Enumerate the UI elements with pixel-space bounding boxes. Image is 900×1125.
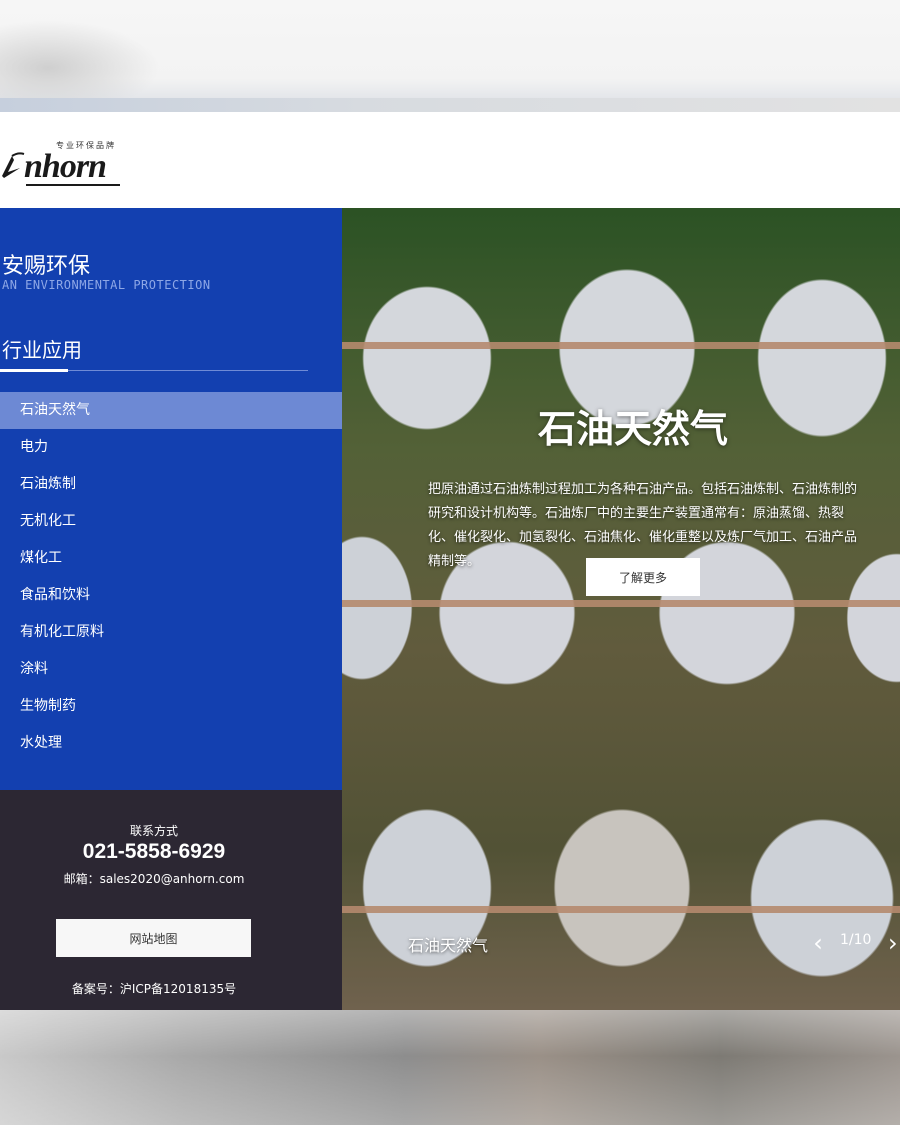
icp-record[interactable]: 备案号：沪ICP备12018135号	[0, 980, 308, 997]
menu-item-oil-gas[interactable]: 石油天然气	[0, 392, 342, 429]
pipe-decoration	[342, 906, 900, 913]
menu-item-water-treatment[interactable]: 水处理	[0, 725, 342, 762]
chevron-left-icon[interactable]: ‹	[810, 928, 826, 958]
chevron-right-icon[interactable]: ›	[888, 928, 900, 958]
menu-item-coal-chemical[interactable]: 煤化工	[0, 540, 342, 577]
logo-wordmark: nhorn	[24, 148, 107, 185]
section-title: 行业应用	[2, 338, 82, 362]
site-logo[interactable]: 专业环保品牌 nhorn	[0, 140, 160, 196]
contact-panel: 联系方式 021-5858-6929 邮箱：sales2020@anhorn.c…	[0, 790, 342, 1010]
blurred-top-background	[0, 0, 900, 112]
learn-more-button[interactable]: 了解更多	[586, 558, 700, 596]
menu-item-inorganic-chemicals[interactable]: 无机化工	[0, 503, 342, 540]
hero-title: 石油天然气	[538, 407, 729, 451]
menu-item-power[interactable]: 电力	[0, 429, 342, 466]
sitemap-button[interactable]: 网站地图	[56, 919, 251, 957]
menu-item-coatings[interactable]: 涂料	[0, 651, 342, 688]
menu-item-biopharma[interactable]: 生物制药	[0, 688, 342, 725]
industry-sidebar: 安赐环保 AN ENVIRONMENTAL PROTECTION 行业应用 石油…	[0, 208, 342, 790]
bird-mark-icon	[2, 152, 25, 178]
pipe-decoration	[342, 342, 900, 349]
menu-item-oil-refining[interactable]: 石油炼制	[0, 466, 342, 503]
industry-menu: 石油天然气 电力 石油炼制 无机化工 煤化工 食品和饮料 有机化工原料 涂料 生…	[0, 392, 342, 762]
menu-item-food-beverage[interactable]: 食品和饮料	[0, 577, 342, 614]
blurred-bottom-background	[0, 1010, 900, 1125]
section-divider-accent	[0, 369, 68, 372]
hero-banner: 石油天然气 把原油通过石油炼制过程加工为各种石油产品。包括石油炼制、石油炼制的研…	[342, 208, 900, 1010]
brand-name-en: AN ENVIRONMENTAL PROTECTION	[2, 278, 211, 292]
contact-phone[interactable]: 021-5858-6929	[0, 840, 308, 864]
logo-underline	[26, 184, 120, 186]
menu-item-organic-raw-materials[interactable]: 有机化工原料	[0, 614, 342, 651]
slide-caption: 石油天然气	[408, 936, 489, 955]
contact-label: 联系方式	[129, 824, 178, 838]
slide-pager: 1/10	[840, 932, 872, 948]
brand-name-cn: 安赐环保	[2, 254, 91, 279]
site-header: 专业环保品牌 nhorn	[0, 112, 900, 208]
contact-email[interactable]: 邮箱：sales2020@anhorn.com	[0, 870, 308, 887]
pipe-decoration	[342, 600, 900, 607]
